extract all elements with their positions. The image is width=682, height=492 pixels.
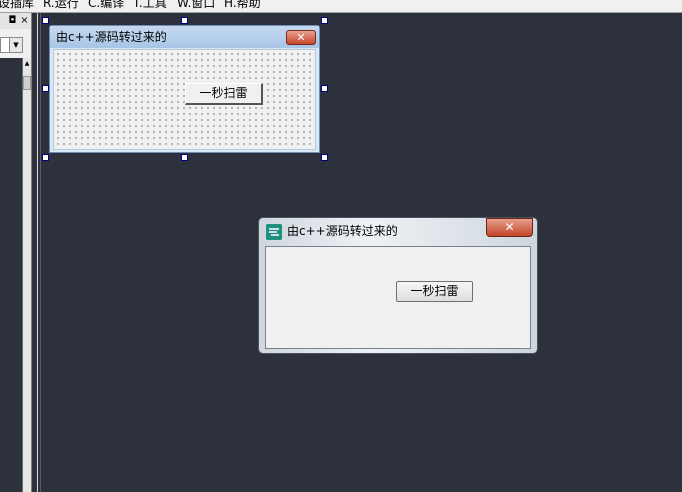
app-icon-graphic: [266, 224, 282, 240]
resize-handle-e[interactable]: [321, 85, 328, 92]
left-dock-panel: ◘ × ▼ ▲: [0, 13, 32, 492]
minesweep-button[interactable]: 一秒扫雷: [396, 281, 473, 302]
pin-icon[interactable]: ◘: [7, 15, 18, 26]
divider: [40, 13, 41, 492]
splitter[interactable]: [37, 13, 38, 492]
design-form-window[interactable]: 由c++源码转过来的 ✕ 一秒扫雷: [49, 25, 320, 153]
menu-bar: 设插库 R.运行 C.编译 T.工具 W.窗口 H.帮助: [0, 0, 682, 13]
design-title-bar[interactable]: 由c++源码转过来的 ✕: [50, 26, 319, 48]
scroll-up-icon[interactable]: ▲: [23, 60, 31, 68]
preview-close-button[interactable]: ✕: [486, 218, 533, 237]
close-icon[interactable]: ×: [19, 15, 30, 26]
menu-item-database[interactable]: 设插库: [0, 0, 34, 11]
resize-handle-nw[interactable]: [42, 17, 49, 24]
vertical-scrollbar[interactable]: ▲: [23, 58, 31, 492]
design-close-button[interactable]: ✕: [286, 30, 316, 45]
resize-handle-sw[interactable]: [42, 154, 49, 161]
object-tree[interactable]: [0, 58, 23, 492]
preview-window-title: 由c++源码转过来的: [287, 224, 398, 238]
resize-handle-n[interactable]: [181, 17, 188, 24]
design-button[interactable]: 一秒扫雷: [185, 83, 263, 105]
resize-handle-w[interactable]: [42, 85, 49, 92]
menu-item-window[interactable]: W.窗口: [177, 0, 215, 11]
menu-item-tools[interactable]: T.工具: [133, 0, 167, 11]
scroll-thumb[interactable]: [23, 76, 31, 90]
resize-handle-se[interactable]: [321, 154, 328, 161]
design-window-title: 由c++源码转过来的: [56, 30, 167, 44]
chevron-down-icon[interactable]: ▼: [9, 38, 22, 52]
preview-client-area: 一秒扫雷: [265, 246, 531, 349]
resize-handle-ne[interactable]: [321, 17, 328, 24]
object-combo[interactable]: ▼: [0, 37, 23, 53]
preview-window[interactable]: 由c++源码转过来的 ✕ 一秒扫雷: [258, 217, 538, 354]
app-icon: [266, 224, 282, 240]
resize-handle-s[interactable]: [181, 154, 188, 161]
design-grid-surface[interactable]: 一秒扫雷: [53, 49, 316, 150]
panel-header: ◘ ×: [0, 13, 31, 29]
menu-item-compile[interactable]: C.编译: [88, 0, 124, 11]
menu-item-help[interactable]: H.帮助: [224, 0, 261, 11]
menu-item-run[interactable]: R.运行: [43, 0, 79, 11]
